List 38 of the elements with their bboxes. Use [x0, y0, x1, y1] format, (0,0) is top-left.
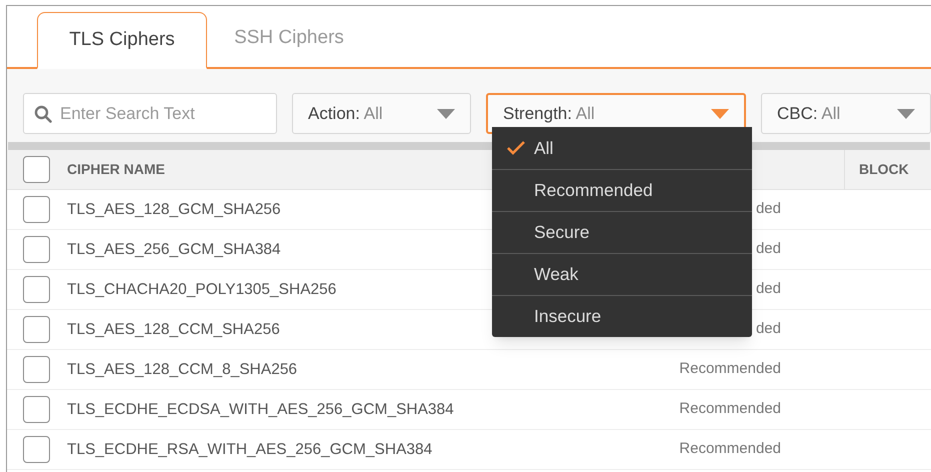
caret-icon [711, 108, 729, 118]
table-cell-text: TLS_AES_128_CCM_8_SHA256 [67, 360, 298, 380]
checkbox[interactable] [23, 196, 50, 223]
checkmark-icon [506, 140, 526, 156]
checkbox[interactable] [23, 156, 50, 183]
checkbox[interactable] [23, 236, 50, 263]
search-field[interactable]: Enter Search Text [23, 93, 277, 134]
table-cell-text: ded [756, 239, 781, 260]
filter-dropdown[interactable]: CBC: All [761, 93, 931, 134]
checkbox[interactable] [23, 436, 50, 463]
table-cell-text: TLS_ECDHE_RSA_WITH_AES_256_GCM_SHA384 [67, 440, 434, 460]
filter-dropdown[interactable]: Action: All [292, 93, 471, 134]
checkbox[interactable] [23, 276, 50, 303]
checkbox[interactable] [23, 316, 50, 343]
table-cell-text: TLS_AES_128_GCM_SHA256 [67, 200, 282, 220]
table-cell-text: Recommended [679, 439, 781, 460]
table-cell-text: TLS_AES_128_CCM_SHA256 [67, 320, 281, 340]
table-cell-text: TLS_ECDHE_ECDSA_WITH_AES_256_GCM_SHA384 [67, 400, 455, 420]
search-icon [34, 104, 52, 122]
table-cell-text: ded [756, 319, 781, 340]
caret-icon [437, 108, 455, 118]
caret-icon [897, 108, 915, 118]
menu-item[interactable]: Insecure [492, 295, 752, 337]
table-cell-text: ded [756, 279, 781, 300]
table-cell-text: TLS_AES_256_GCM_SHA384 [67, 240, 282, 260]
checkbox[interactable] [23, 396, 50, 423]
menu-item[interactable]: Recommended [492, 169, 752, 211]
column-header: BLOCK [859, 160, 909, 179]
tab[interactable]: TLS Ciphers [37, 12, 207, 69]
table-cell-text: ded [756, 199, 781, 220]
column-header: CIPHER NAME [67, 160, 166, 179]
table-cell-text: TLS_CHACHA20_POLY1305_SHA256 [67, 280, 338, 300]
checkbox[interactable] [23, 356, 50, 383]
menu-item[interactable]: Weak [492, 253, 752, 295]
menu-item[interactable]: Secure [492, 211, 752, 253]
table-cell-text: Recommended [679, 399, 781, 420]
search-input[interactable]: Enter Search Text [60, 100, 260, 126]
table-cell-text: Recommended [679, 359, 781, 380]
